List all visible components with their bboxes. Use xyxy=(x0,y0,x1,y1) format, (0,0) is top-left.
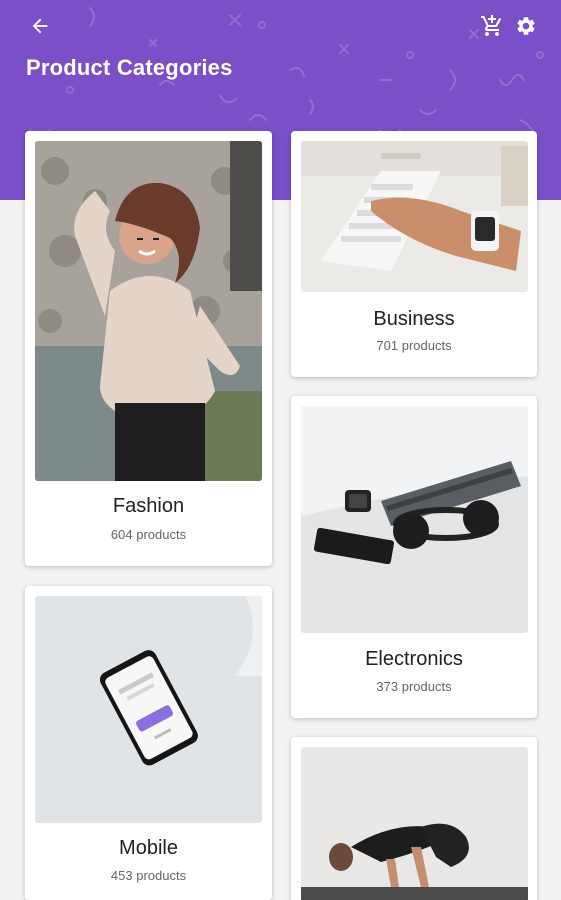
category-image-fashion xyxy=(35,141,262,481)
category-name: Electronics xyxy=(365,648,463,670)
category-name: Business xyxy=(373,308,455,330)
category-product-count: 453 products xyxy=(110,868,187,883)
category-name: Mobile xyxy=(119,837,178,859)
category-card-partial[interactable] xyxy=(291,737,537,900)
category-image-yoga xyxy=(301,747,528,900)
category-name: Fashion xyxy=(112,495,185,517)
back-button[interactable] xyxy=(26,12,54,40)
category-product-count: 604 products xyxy=(110,527,187,542)
settings-button[interactable] xyxy=(512,12,540,40)
category-image-business xyxy=(301,141,528,292)
category-card-mobile[interactable]: Mobile 453 products xyxy=(25,586,272,900)
category-product-count: 701 products xyxy=(376,338,452,353)
category-card-fashion[interactable]: Fashion 604 products xyxy=(25,131,272,566)
gear-icon xyxy=(517,17,535,35)
category-card-electronics[interactable]: Electronics 373 products xyxy=(291,396,537,718)
page-title: Product Categories xyxy=(26,55,233,80)
category-image-mobile xyxy=(35,596,262,823)
category-card-business[interactable]: Business 701 products xyxy=(291,131,537,377)
category-product-count: 373 products xyxy=(376,679,452,694)
category-image-electronics xyxy=(301,406,528,633)
cart-button[interactable] xyxy=(478,12,506,40)
arrow-left-icon xyxy=(32,18,48,34)
cart-add-icon xyxy=(481,15,502,36)
